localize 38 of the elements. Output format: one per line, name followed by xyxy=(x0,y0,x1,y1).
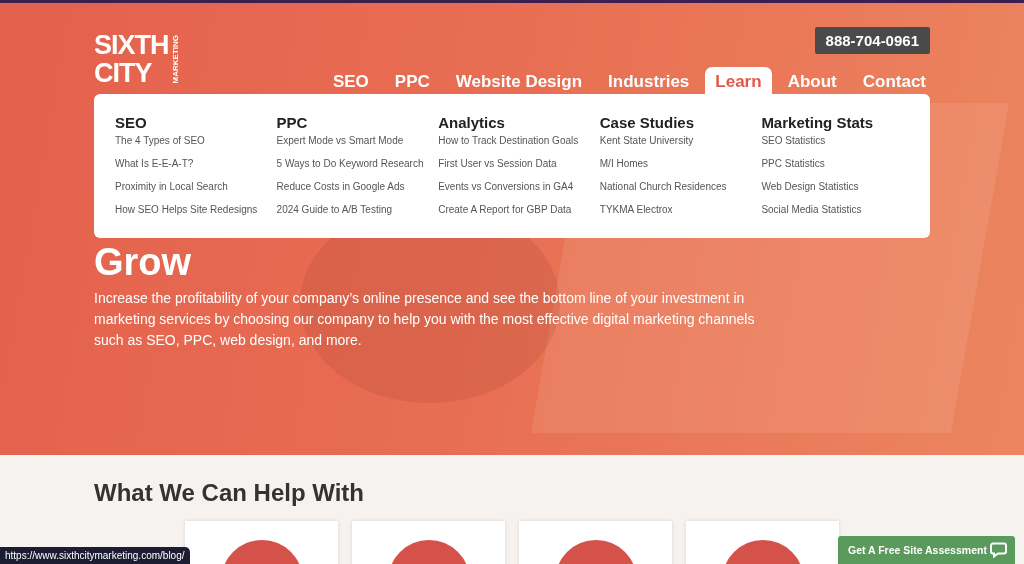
menu-link[interactable]: M/I Homes xyxy=(599,157,649,170)
menu-link[interactable]: First User vs Session Data xyxy=(438,157,557,170)
service-card[interactable] xyxy=(519,521,672,564)
menu-heading[interactable]: Marketing Stats xyxy=(761,114,874,132)
menu-link[interactable]: Social Media Statistics xyxy=(761,203,862,216)
menu-link[interactable]: Events vs Conversions in GA4 xyxy=(438,180,574,193)
menu-link[interactable]: SEO Statistics xyxy=(761,134,826,147)
service-card[interactable] xyxy=(352,521,505,564)
logo-text: SIXTH xyxy=(94,31,169,59)
menu-link[interactable]: Web Design Statistics xyxy=(761,180,859,193)
menu-link[interactable]: Proximity in Local Search xyxy=(115,180,228,193)
hero-text: Increase the profitability of your company’s online presence and see the bottom line of your investment in marketing services by choosing our company to help you with the most effective digital marketing channels such as SEO, PPC, web design, and more. xyxy=(94,289,756,350)
section-heading: What We Can Help With xyxy=(94,479,365,507)
menu-link[interactable]: The 4 Types of SEO xyxy=(115,134,205,147)
service-card[interactable] xyxy=(185,521,338,564)
status-url: https://www.sixthcitymarketing.com/blog/ xyxy=(0,547,190,564)
logo-text: CITY xyxy=(94,59,153,87)
menu-heading[interactable]: Analytics xyxy=(438,114,505,132)
menu-link[interactable]: Reduce Costs in Google Ads xyxy=(276,180,405,193)
menu-link[interactable]: 2024 Guide to A/B Testing xyxy=(276,203,393,216)
menu-heading[interactable]: PPC xyxy=(276,114,308,132)
menu-heading[interactable]: SEO xyxy=(115,114,147,132)
menu-link[interactable]: Kent State University xyxy=(599,134,694,147)
chat-bubble-icon xyxy=(990,542,1007,558)
menu-link[interactable]: How SEO Helps Site Redesigns xyxy=(115,203,258,216)
service-card[interactable] xyxy=(686,521,839,564)
menu-link[interactable]: National Church Residences xyxy=(599,180,727,193)
menu-link[interactable]: TYKMA Electrox xyxy=(599,203,673,216)
menu-link[interactable]: Create A Report for GBP Data xyxy=(438,203,572,216)
menu-link[interactable]: How to Track Destination Goals xyxy=(438,134,579,147)
menu-heading[interactable]: Case Studies xyxy=(599,114,694,132)
menu-link[interactable]: 5 Ways to Do Keyword Research xyxy=(276,157,424,170)
phone-button[interactable]: 888-704-0961 xyxy=(814,27,930,54)
menu-link[interactable]: Expert Mode vs Smart Mode xyxy=(276,134,404,147)
hero-heading: Grow xyxy=(94,240,193,284)
menu-link[interactable]: PPC Statistics xyxy=(761,157,825,170)
logo-tagline: MARKETING xyxy=(170,35,181,84)
menu-link[interactable]: What Is E-E-A-T? xyxy=(115,157,194,170)
